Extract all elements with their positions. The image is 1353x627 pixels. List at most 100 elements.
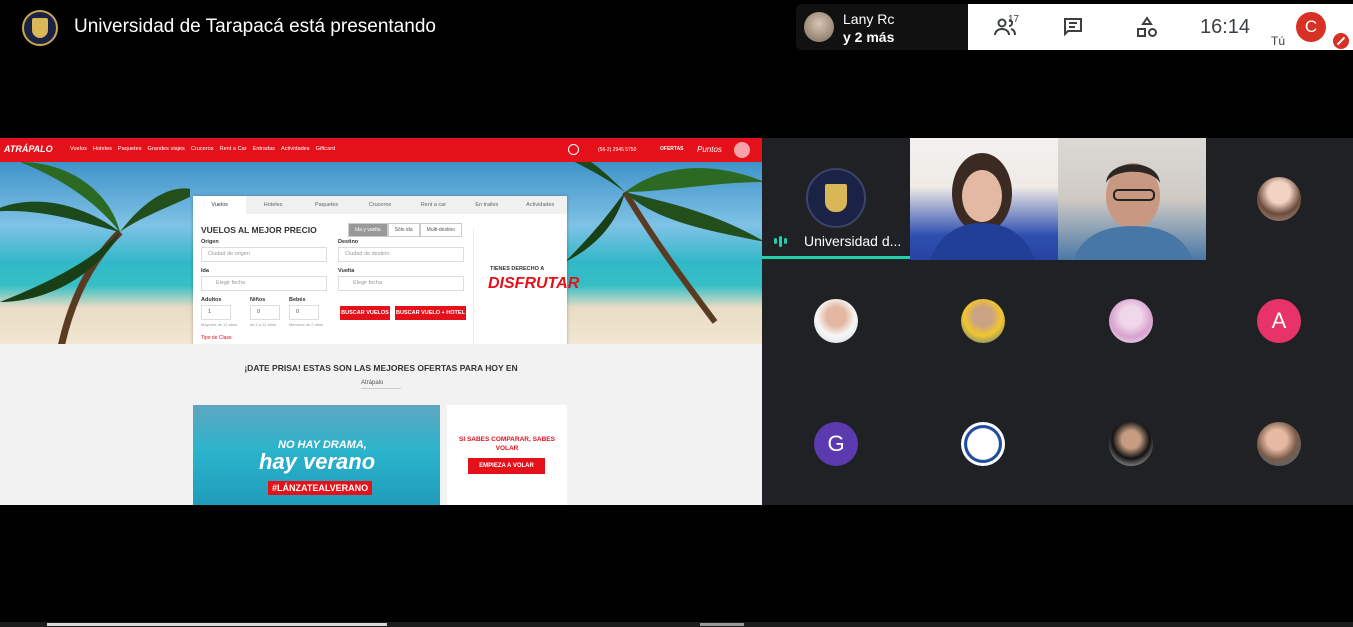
tile-participant-10[interactable]	[910, 382, 1058, 504]
trip-type-option[interactable]: Sólo ida	[387, 223, 420, 237]
babies-label: Bebés	[289, 297, 306, 303]
site-nav-item[interactable]: Vuelos	[70, 146, 87, 152]
banner-tag: #LÁNZATEALVERANO	[268, 481, 373, 495]
destination-input[interactable]: Ciudad de destino	[338, 247, 464, 262]
viewer-indicator[interactable]: Lany Rc y 2 más	[796, 4, 968, 50]
user-icon	[734, 142, 750, 158]
product-tab[interactable]: Paquetes	[300, 196, 353, 214]
class-type-link[interactable]: Tipo de Clase	[201, 335, 232, 341]
participant-video	[1073, 163, 1193, 260]
product-tab[interactable]: Hoteles	[246, 196, 299, 214]
site-nav-items: Vuelos Hoteles Paquetes Grandes viajes Cruce…	[70, 146, 335, 152]
product-tab[interactable]: Cruceros	[353, 196, 406, 214]
chat-button[interactable]	[1058, 12, 1088, 42]
participant-count: 17	[1008, 14, 1020, 25]
chat-icon	[1064, 18, 1082, 37]
scrollbar-segment	[700, 623, 744, 626]
tile-video-woman[interactable]	[910, 138, 1058, 260]
palm-tree-left	[0, 162, 190, 344]
tile-participant-6[interactable]	[910, 260, 1058, 382]
site-nav-item[interactable]: Cruceros	[191, 146, 214, 152]
top-bar: Universidad de Tarapacá está presentando…	[0, 0, 1353, 56]
compare-text: SI SABES COMPARAR, SABES VOLAR	[459, 436, 555, 452]
trip-type-toggle: Ida y vuelta Sólo ida Multi-destino	[348, 223, 463, 237]
site-nav-item[interactable]: Rent a Car	[220, 146, 247, 152]
participant-grid: Universidad d... A G	[762, 138, 1353, 505]
adults-select[interactable]: 1	[201, 305, 231, 320]
presenter-title: Universidad de Tarapacá está presentando	[74, 16, 436, 37]
site-nav-item[interactable]: Paquetes	[118, 146, 142, 152]
promo-big-text: DISFRUTAR	[488, 275, 580, 292]
product-tab[interactable]: Vuelos	[193, 196, 247, 214]
university-logo-icon	[22, 10, 58, 46]
viewer-avatar	[804, 12, 834, 42]
product-tab[interactable]: En trailes	[460, 196, 513, 214]
babies-hint: Menores de 2 años	[289, 322, 324, 327]
site-nav-item[interactable]: Grandes viajes	[148, 146, 185, 152]
self-avatar[interactable]: C	[1296, 12, 1326, 42]
scrollbar[interactable]	[47, 623, 387, 626]
active-speaker-bar	[762, 256, 910, 259]
tile-participant-12[interactable]	[1206, 382, 1353, 504]
viewer-name: Lany Rc	[843, 11, 895, 27]
shapes-icon	[1137, 16, 1157, 37]
trip-type-option[interactable]: Multi-destino	[419, 223, 463, 237]
site-nav-item[interactable]: Hoteles	[93, 146, 112, 152]
tile-participant-5[interactable]	[762, 260, 910, 382]
tile-university[interactable]: Universidad d...	[762, 138, 910, 260]
kids-label: Niños	[250, 297, 266, 303]
product-tabs: Vuelos Hoteles Paquetes Cruceros Rent a car E…	[193, 196, 567, 214]
tile-participant-a[interactable]: A	[1206, 260, 1353, 382]
participant-avatar	[961, 422, 1005, 466]
viewer-more: y 2 más	[843, 29, 895, 45]
search-heading: VUELOS AL MEJOR PRECIO	[201, 225, 317, 235]
search-flight-hotel-button[interactable]: BUSCAR VUELO + HOTEL	[395, 306, 466, 320]
departure-label: Ida	[201, 268, 209, 274]
tile-participant-11[interactable]	[1058, 382, 1206, 504]
participant-avatar	[961, 299, 1005, 343]
return-date-input[interactable]: Elegir fecha	[338, 276, 464, 291]
site-nav-item[interactable]: Giftcard	[316, 146, 336, 152]
site-puntos: Puntos	[697, 145, 722, 154]
babies-select[interactable]: 0	[289, 305, 319, 320]
product-tab[interactable]: Rent a car	[407, 196, 460, 214]
origin-label: Origen	[201, 239, 219, 245]
participant-avatar	[1109, 422, 1153, 466]
trip-type-option[interactable]: Ida y vuelta	[348, 223, 388, 237]
tile-participant-7[interactable]	[1058, 260, 1206, 382]
activities-button[interactable]	[1132, 12, 1162, 42]
search-flights-button[interactable]: BUSCAR VUELOS	[340, 306, 390, 320]
tile-video-man[interactable]	[1058, 138, 1206, 260]
site-nav-item[interactable]: Entradas	[253, 146, 275, 152]
site-offers: OFERTAS	[660, 146, 684, 152]
product-tab[interactable]: Actividades	[514, 196, 567, 214]
mic-off-icon	[1333, 33, 1349, 49]
participant-video	[930, 153, 1035, 260]
bottom-bar	[0, 622, 1353, 627]
banner-line2: hay verano	[259, 449, 376, 474]
site-nav-item[interactable]: Actividades	[281, 146, 310, 152]
university-avatar	[806, 168, 866, 228]
adults-label: Adultos	[201, 297, 222, 303]
participant-avatar	[814, 299, 858, 343]
summer-banner[interactable]: NO HAY DRAMA, hay verano #LÁNZATEALVERAN…	[193, 405, 440, 505]
self-label: Tú	[1271, 34, 1286, 48]
shared-screen: ATRÁPALO Vuelos Hoteles Paquetes Grandes vi…	[0, 138, 762, 505]
hero-beach: Vuelos Hoteles Paquetes Cruceros Rent a car E…	[0, 162, 762, 344]
origin-input[interactable]: Ciudad de origen	[201, 247, 327, 262]
speaking-indicator-icon	[774, 235, 794, 247]
tile-participant-g[interactable]: G	[762, 382, 910, 504]
participant-name: Universidad d...	[804, 233, 902, 249]
adults-hint: Mayores de 12 años	[201, 322, 238, 327]
participant-avatar	[1257, 177, 1301, 221]
start-flying-button[interactable]: EMPIEZA A VOLAR	[468, 458, 545, 474]
deals-source-select[interactable]: Atrápalo	[361, 380, 401, 389]
departure-date-input[interactable]: Elegir fecha	[201, 276, 327, 291]
tile-participant-4[interactable]	[1206, 138, 1353, 260]
site-logo: ATRÁPALO	[4, 144, 53, 154]
participant-avatar: G	[814, 422, 858, 466]
site-phone: (56-2) 2945 5750	[598, 147, 637, 153]
meet-window: Universidad de Tarapacá está presentando…	[0, 0, 1353, 627]
return-label: Vuelta	[338, 268, 355, 274]
kids-select[interactable]: 0	[250, 305, 280, 320]
